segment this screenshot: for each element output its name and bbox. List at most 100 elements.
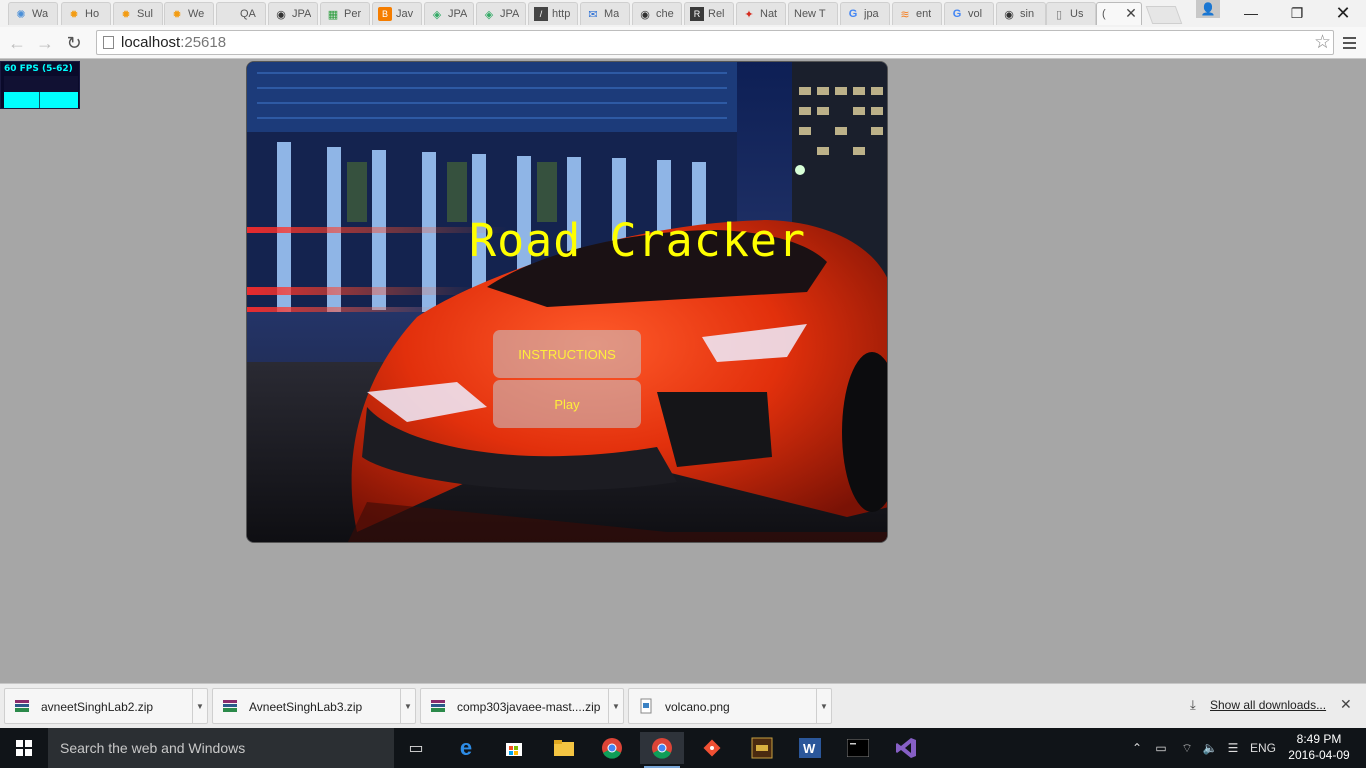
edge-browser-icon[interactable]: e	[444, 732, 488, 764]
git-icon[interactable]	[690, 732, 734, 764]
archive-icon	[223, 700, 237, 712]
browser-tab[interactable]: ✺ Wa	[8, 2, 58, 25]
browser-tab[interactable]: Gvol	[944, 2, 994, 25]
browser-tab[interactable]: QA	[216, 2, 266, 25]
browser-tab[interactable]: ◈ JPA	[424, 2, 474, 25]
github-icon: ◉	[1004, 8, 1014, 21]
chevron-down-icon[interactable]: ▼	[192, 689, 207, 723]
browser-tab[interactable]: B Jav	[372, 2, 422, 25]
chevron-down-icon[interactable]: ▼	[816, 689, 831, 723]
tab-title: vol	[968, 8, 983, 20]
tab-title: JPA	[500, 8, 520, 20]
download-item[interactable]: AvneetSinghLab3.zip ▼	[212, 688, 416, 724]
tab-title: Nat	[760, 8, 778, 20]
windows-start-button[interactable]	[0, 728, 48, 768]
language-indicator[interactable]: ENG	[1246, 728, 1280, 768]
diamond-icon: ◈	[432, 8, 442, 21]
download-item[interactable]: avneetSinghLab2.zip ▼	[4, 688, 208, 724]
chevron-down-icon[interactable]: ▼	[608, 689, 623, 723]
blogger-icon: B	[378, 7, 392, 21]
browser-tab[interactable]: ▦ Per	[320, 2, 370, 25]
address-bar[interactable]: localhost:25618 ☆	[96, 30, 1334, 55]
new-tab-button[interactable]	[1145, 6, 1183, 24]
browser-tab[interactable]: ▯ Us	[1046, 2, 1096, 25]
rel-icon: R	[690, 7, 704, 21]
close-window-button[interactable]: ✕	[1320, 0, 1366, 26]
back-arrow-icon[interactable]: ←	[6, 32, 28, 54]
fps-bar	[4, 92, 78, 108]
reload-icon[interactable]: ↻	[63, 32, 85, 54]
game-app-icon[interactable]	[740, 732, 784, 764]
browser-tab[interactable]: R Rel	[684, 2, 734, 25]
tab-title: Jav	[396, 8, 414, 20]
store-icon[interactable]	[492, 732, 536, 764]
close-tab-icon[interactable]: ✕	[1124, 5, 1138, 21]
browser-tab[interactable]: ✹ Sul	[113, 2, 163, 25]
browser-tab[interactable]: ◉ che	[632, 2, 682, 25]
browser-tab[interactable]: ◉ sin	[996, 2, 1046, 25]
tab-title: JPA	[292, 8, 312, 20]
windows-logo-icon	[16, 740, 32, 756]
page-viewport: 60 FPS (5-62) Road Cracker INSTRUCTIONS …	[0, 59, 1366, 683]
fps-graph	[4, 76, 78, 92]
tab-title: Ho	[85, 8, 100, 20]
terminal-icon[interactable]	[836, 732, 880, 764]
battery-icon[interactable]: ▭	[1150, 728, 1172, 768]
clock-date: 2016-04-09	[1288, 748, 1350, 762]
diamond-icon: ◈	[484, 8, 494, 21]
visual-studio-icon[interactable]	[884, 732, 928, 764]
word-icon[interactable]: W	[788, 732, 832, 764]
browser-tab[interactable]: ✦ Nat	[736, 2, 786, 25]
browser-tab[interactable]: ≋ ent	[892, 2, 942, 25]
clock[interactable]: 8:49 PM 2016-04-09	[1285, 731, 1353, 763]
file-explorer-icon[interactable]	[542, 732, 586, 764]
tab-title: Per	[344, 8, 362, 20]
taskbar-search-box[interactable]: Search the web and Windows	[48, 728, 394, 768]
chrome-active-icon[interactable]	[640, 732, 684, 768]
browser-tab[interactable]: ✹ Ho	[61, 2, 111, 25]
tab-title: http	[552, 8, 571, 20]
minimize-button[interactable]: —	[1228, 0, 1274, 26]
chevron-down-icon[interactable]: ▼	[400, 689, 415, 723]
game-title: Road Cracker	[469, 214, 807, 267]
download-item[interactable]: comp303javaee-mast....zip ▼	[420, 688, 624, 724]
browser-tab[interactable]: / http	[528, 2, 578, 25]
show-all-downloads-link[interactable]: Show all downloads...	[1210, 698, 1326, 712]
task-view-icon[interactable]: ▭	[394, 732, 438, 764]
page-icon: ▯	[1055, 8, 1063, 21]
browser-tab[interactable]: ◉ JPA	[268, 2, 318, 25]
game-canvas[interactable]: Road Cracker INSTRUCTIONS Play	[246, 61, 888, 543]
close-shelf-icon[interactable]: ✕	[1340, 696, 1352, 713]
sun-icon: ✹	[69, 8, 79, 21]
tab-title: che	[656, 8, 674, 20]
blank-icon	[222, 7, 236, 21]
browser-tab[interactable]: New T	[788, 2, 838, 25]
tab-title: We	[188, 8, 205, 20]
browser-tab[interactable]: ✹ We	[164, 2, 214, 25]
chrome-icon[interactable]	[590, 732, 634, 764]
chevron-up-icon[interactable]: ⌃	[1128, 728, 1146, 768]
browser-tab[interactable]: Gjpa	[840, 2, 890, 25]
wifi-icon[interactable]: ⌔	[1176, 728, 1198, 768]
menu-icon[interactable]	[1340, 32, 1358, 54]
forward-arrow-icon[interactable]: →	[34, 32, 56, 54]
tab-title: ent	[916, 8, 932, 20]
page-icon	[103, 36, 114, 49]
download-item[interactable]: volcano.png ▼	[628, 688, 832, 724]
volume-icon[interactable]: 🔈	[1200, 728, 1220, 768]
stack-icon: ≋	[900, 8, 910, 21]
instructions-button[interactable]: INSTRUCTIONS	[493, 330, 641, 378]
profile-icon[interactable]: 👤	[1196, 0, 1220, 18]
download-filename: avneetSinghLab2.zip	[41, 700, 154, 714]
bookmark-star-icon[interactable]: ☆	[1314, 31, 1331, 54]
tab-title: Sul	[137, 8, 153, 20]
restore-button[interactable]: ❐	[1274, 0, 1320, 26]
browser-tab[interactable]: ✉ Ma	[580, 2, 630, 25]
play-button[interactable]: Play	[493, 380, 641, 428]
google-icon: G	[952, 8, 962, 20]
archive-icon	[431, 700, 445, 712]
browser-tab[interactable]: ◈ JPA	[476, 2, 526, 25]
svg-text:W: W	[803, 741, 816, 756]
tab-title: sin	[1020, 8, 1035, 20]
notifications-icon[interactable]: ☰	[1222, 728, 1244, 768]
